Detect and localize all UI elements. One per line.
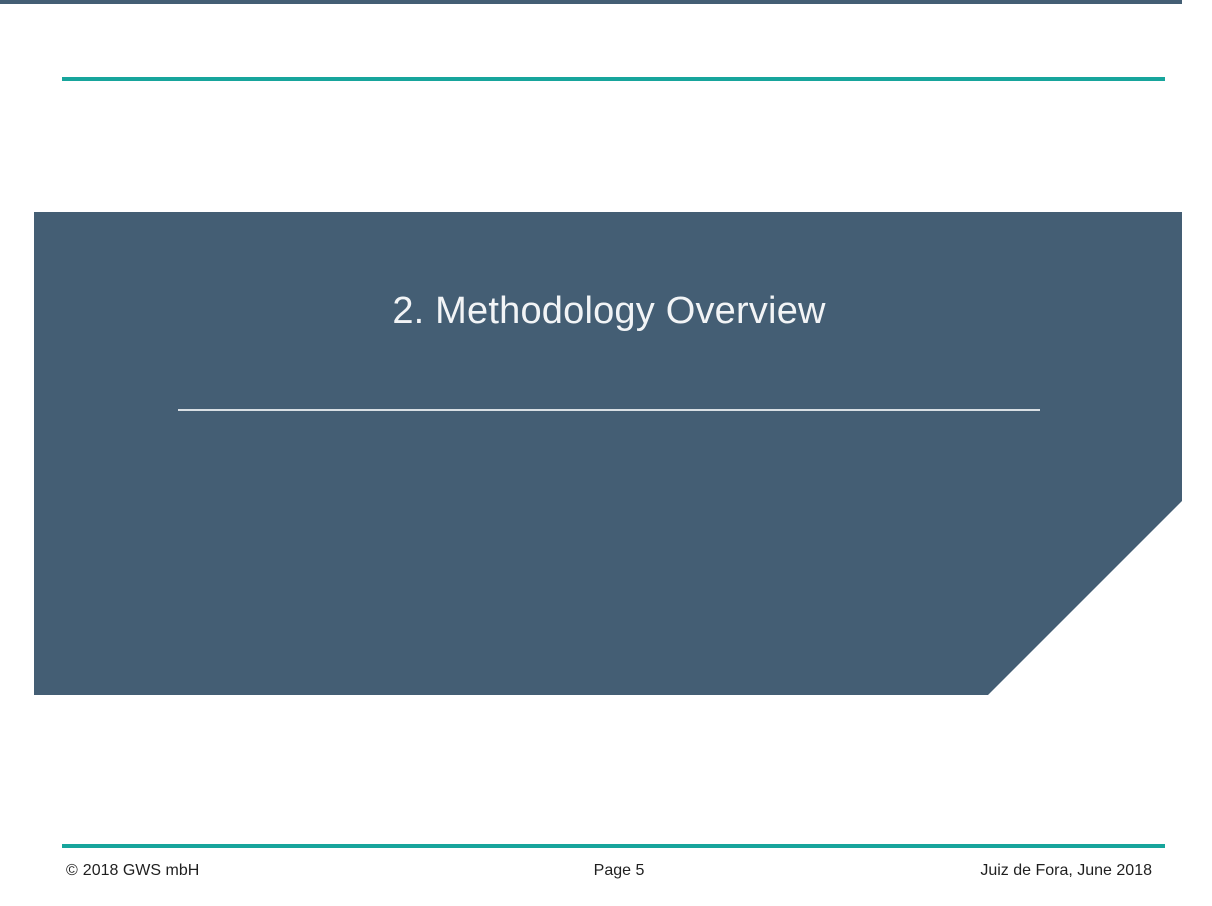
- title-underline: [178, 409, 1040, 411]
- footer-accent-rule: [62, 844, 1165, 848]
- section-banner: 2. Methodology Overview: [34, 212, 1182, 695]
- top-border: [0, 0, 1182, 4]
- header-accent-rule: [62, 77, 1165, 81]
- section-title: 2. Methodology Overview: [392, 290, 826, 332]
- footer-location-date: Juiz de Fora, June 2018: [980, 862, 1152, 879]
